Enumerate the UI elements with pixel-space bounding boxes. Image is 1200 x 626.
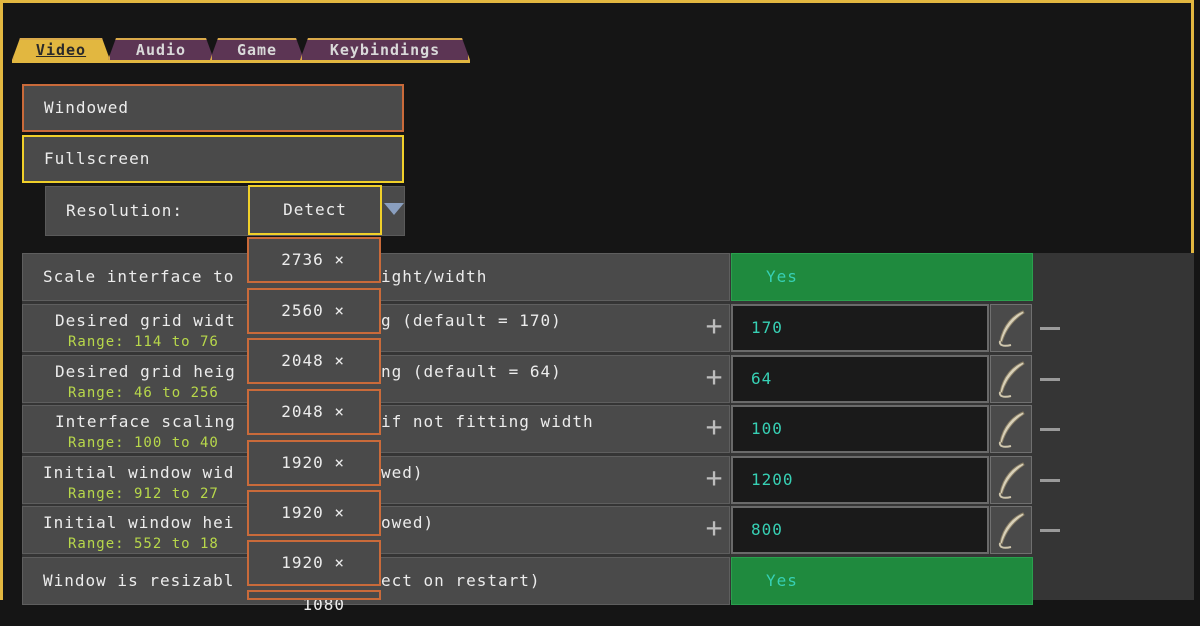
resolution-option[interactable]: 1920 × 1200 <box>247 490 381 564</box>
feather-quill-icon[interactable] <box>990 405 1032 453</box>
resolution-option[interactable]: 2048 × 1152 <box>247 389 381 463</box>
resolution-option-partial[interactable] <box>247 590 381 600</box>
resolution-select[interactable]: Detect <box>248 185 382 235</box>
scale-interface-toggle[interactable]: Yes <box>731 253 1033 301</box>
plus-icon[interactable]: + <box>703 362 725 394</box>
initial-width-field[interactable]: 1200 <box>731 456 989 504</box>
tab-game[interactable]: Game <box>210 38 304 60</box>
setting-title: Initial window hei <box>43 513 235 532</box>
setting-title-continued: g (default = 170) <box>381 311 562 330</box>
feather-quill-icon[interactable] <box>990 304 1032 352</box>
tab-keybindings[interactable]: Keybindings <box>300 38 470 60</box>
triangle-down-icon[interactable] <box>384 203 404 215</box>
feather-quill-icon[interactable] <box>990 506 1032 554</box>
minus-icon[interactable] <box>1040 428 1060 431</box>
grid-height-field[interactable]: 64 <box>731 355 989 403</box>
grid-width-field[interactable]: 170 <box>731 304 989 352</box>
setting-title-continued: if not fitting width <box>381 412 594 431</box>
minus-icon[interactable] <box>1040 529 1060 532</box>
setting-title-continued: wed) <box>381 463 424 482</box>
plus-icon[interactable]: + <box>703 513 725 545</box>
minus-icon[interactable] <box>1040 479 1060 482</box>
setting-title-continued: ight/width <box>381 267 488 286</box>
resolution-option[interactable]: 1920 × 1440 <box>247 440 381 514</box>
setting-range: Range: 912 to 27 <box>68 486 219 502</box>
setting-range: Range: 552 to 18 <box>68 536 219 552</box>
tab-audio[interactable]: Audio <box>108 38 214 60</box>
interface-scaling-field[interactable]: 100 <box>731 405 989 453</box>
minus-icon[interactable] <box>1040 327 1060 330</box>
setting-range: Range: 100 to 40 <box>68 435 219 451</box>
tab-underline <box>12 60 470 63</box>
initial-height-field[interactable]: 800 <box>731 506 989 554</box>
resolution-label: Resolution: <box>66 201 183 220</box>
setting-title: Initial window wid <box>43 463 235 482</box>
resolution-option[interactable]: 2736 × 1824 <box>247 237 381 311</box>
resolution-row: Resolution: Detect <box>45 185 405 236</box>
window-resizable-toggle[interactable]: Yes <box>731 557 1033 605</box>
setting-title-continued: ng (default = 64) <box>381 362 562 381</box>
plus-icon[interactable]: + <box>703 311 725 343</box>
plus-icon[interactable]: + <box>703 412 725 444</box>
setting-title: Window is resizabl <box>43 571 235 590</box>
setting-title: Scale interface to <box>43 267 235 286</box>
setting-title-continued: ect on restart) <box>381 571 541 590</box>
setting-title: Desired grid heig <box>55 362 236 381</box>
resolution-option[interactable]: 2048 × 1536 <box>247 338 381 412</box>
setting-title: Desired grid widt <box>55 311 236 330</box>
fullscreen-button[interactable]: Fullscreen <box>22 135 404 183</box>
minus-icon[interactable] <box>1040 378 1060 381</box>
setting-title-continued: owed) <box>381 513 435 532</box>
feather-quill-icon[interactable] <box>990 355 1032 403</box>
feather-quill-icon[interactable] <box>990 456 1032 504</box>
plus-icon[interactable]: + <box>703 463 725 495</box>
resolution-option[interactable]: 2560 × 1600 <box>247 288 381 362</box>
tab-video[interactable]: Video <box>12 38 110 60</box>
setting-range: Range: 46 to 256 <box>68 385 219 401</box>
setting-title: Interface scaling <box>55 412 236 431</box>
setting-range: Range: 114 to 76 <box>68 334 219 350</box>
windowed-button[interactable]: Windowed <box>22 84 404 132</box>
resolution-option[interactable]: 1920 × 1080 <box>247 540 381 614</box>
